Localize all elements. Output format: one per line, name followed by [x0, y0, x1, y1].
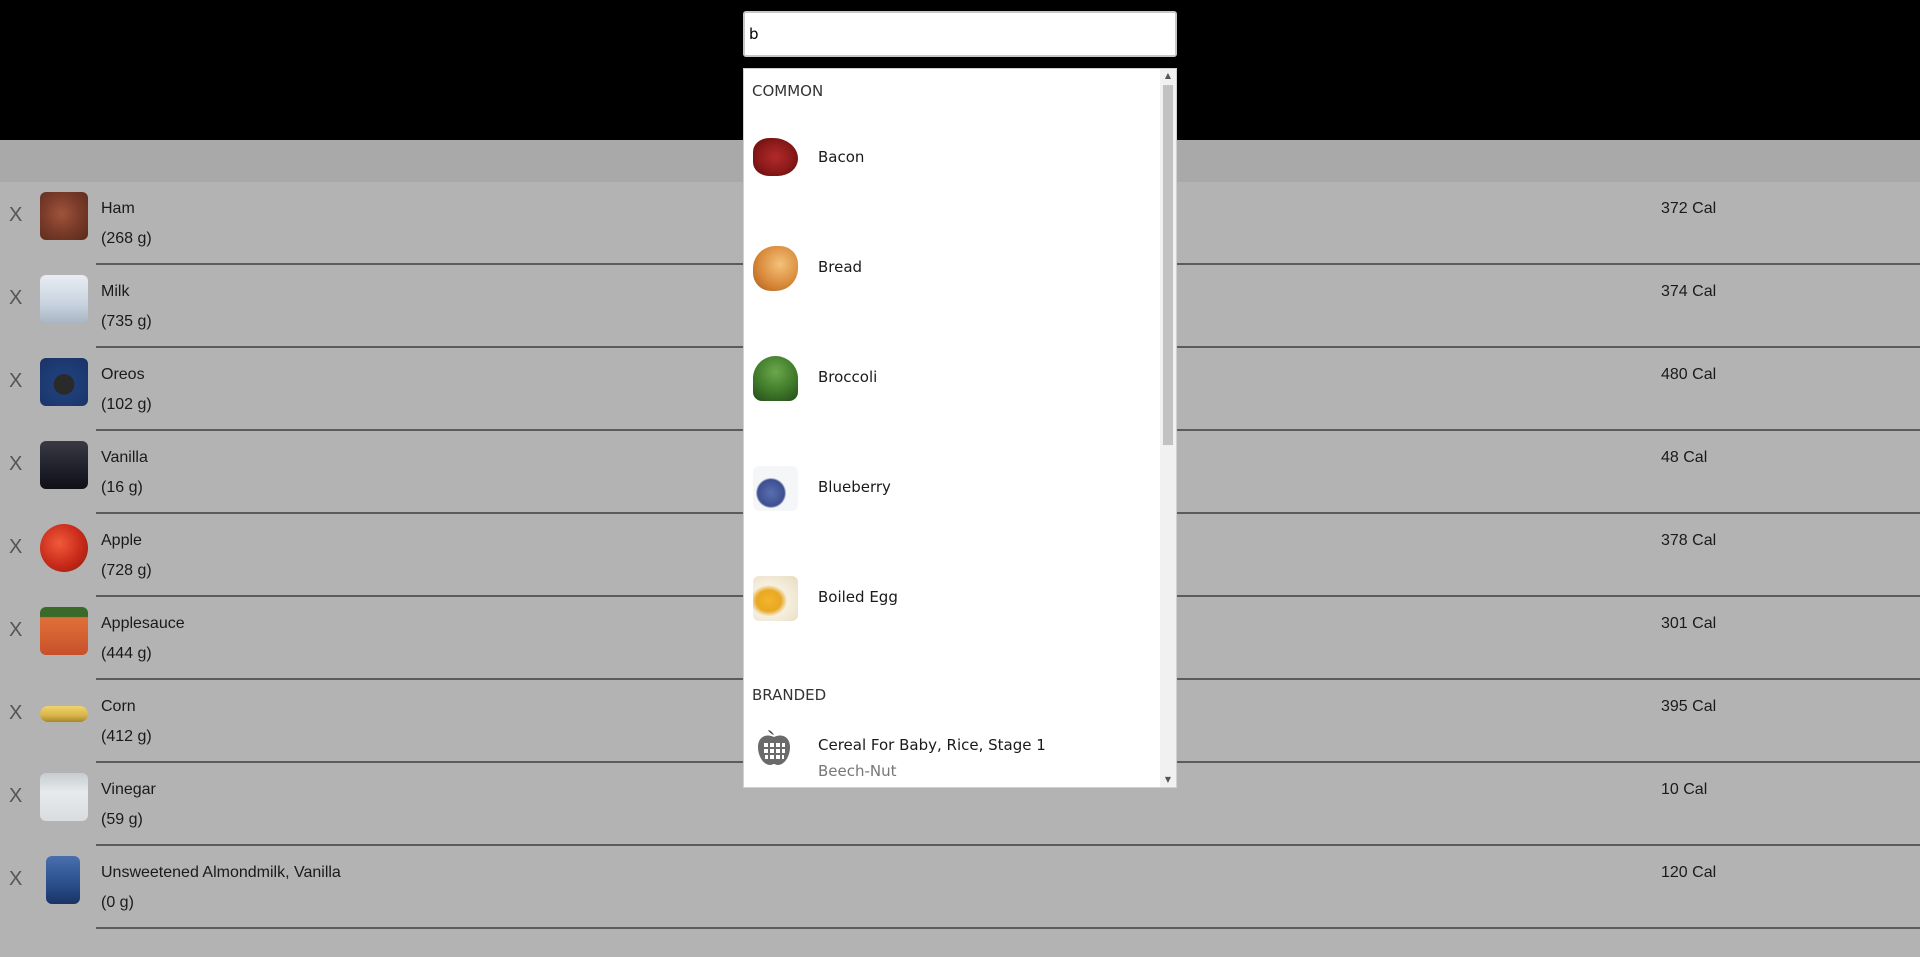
common-section-header: COMMON [752, 82, 824, 100]
branded-section-header: BRANDED [752, 686, 827, 704]
remove-button[interactable]: X [9, 785, 22, 808]
food-calories: 480 Cal [1661, 366, 1717, 383]
food-quantity: (728 g) [101, 562, 152, 579]
suggestion-bread[interactable]: Bread [744, 214, 1160, 324]
corn-image [40, 706, 88, 722]
dropdown-scrollbar[interactable]: ▲ ▼ [1160, 69, 1176, 787]
food-quantity: (444 g) [101, 645, 152, 662]
remove-button[interactable]: X [9, 619, 22, 642]
row-divider [96, 927, 1920, 929]
vanilla-image [40, 441, 88, 489]
remove-button[interactable]: X [9, 287, 22, 310]
food-calories: 372 Cal [1661, 200, 1717, 217]
food-name: Vanilla [101, 449, 148, 466]
suggestion-branded-cereal[interactable]: Cereal For Baby, Rice, Stage 1 Beech-Nut [744, 729, 1160, 787]
bread-image [753, 246, 798, 291]
search-input[interactable] [743, 11, 1177, 57]
suggestion-boiled-egg[interactable]: Boiled Egg [744, 544, 1160, 654]
remove-button[interactable]: X [9, 370, 22, 393]
food-row: X Unsweetened Almondmilk, Vanilla (0 g) … [0, 846, 1920, 929]
apple-grid-icon [758, 730, 790, 765]
food-quantity: (0 g) [101, 894, 134, 911]
food-calories: 120 Cal [1661, 864, 1717, 881]
suggestion-label: Cereal For Baby, Rice, Stage 1 [818, 736, 1046, 754]
suggestion-label: Bacon [818, 148, 865, 166]
remove-button[interactable]: X [9, 536, 22, 559]
suggestion-label: Bread [818, 258, 863, 276]
suggestion-broccoli[interactable]: Broccoli [744, 324, 1160, 434]
food-quantity: (102 g) [101, 396, 152, 413]
food-name: Vinegar [101, 781, 156, 798]
suggestion-label: Blueberry [818, 478, 891, 496]
food-quantity: (16 g) [101, 479, 143, 496]
food-quantity: (268 g) [101, 230, 152, 247]
food-calories: 48 Cal [1661, 449, 1708, 466]
applesauce-image [40, 607, 88, 655]
remove-button[interactable]: X [9, 702, 22, 725]
suggestion-label: Boiled Egg [818, 588, 898, 606]
remove-button[interactable]: X [9, 204, 22, 227]
broccoli-image [753, 356, 798, 401]
apple-image [40, 524, 88, 572]
blueberry-image [753, 466, 798, 511]
scroll-up-arrow-icon[interactable]: ▲ [1160, 69, 1176, 83]
almondmilk-image [46, 856, 80, 904]
food-calories: 10 Cal [1661, 781, 1708, 798]
suggestion-label: Broccoli [818, 368, 878, 386]
food-quantity: (412 g) [101, 728, 152, 745]
food-calories: 374 Cal [1661, 283, 1717, 300]
autocomplete-dropdown: COMMON Bacon Bread Broccoli Blueberry Bo… [743, 68, 1177, 788]
food-calories: 378 Cal [1661, 532, 1717, 549]
remove-button[interactable]: X [9, 453, 22, 476]
scrollbar-thumb[interactable] [1163, 85, 1173, 445]
food-name: Unsweetened Almondmilk, Vanilla [101, 864, 341, 881]
bacon-image [753, 138, 798, 176]
food-name: Oreos [101, 366, 145, 383]
scroll-down-arrow-icon[interactable]: ▼ [1160, 773, 1176, 787]
suggestion-bacon[interactable]: Bacon [744, 104, 1160, 214]
food-name: Applesauce [101, 615, 185, 632]
vinegar-image [40, 773, 88, 821]
food-calories: 301 Cal [1661, 615, 1717, 632]
food-quantity: (735 g) [101, 313, 152, 330]
boiled-egg-image [753, 576, 798, 621]
remove-button[interactable]: X [9, 868, 22, 891]
food-name: Ham [101, 200, 135, 217]
suggestion-blueberry[interactable]: Blueberry [744, 434, 1160, 544]
food-name: Corn [101, 698, 136, 715]
suggestion-brand: Beech-Nut [818, 762, 897, 780]
food-calories: 395 Cal [1661, 698, 1717, 715]
ham-image [40, 192, 88, 240]
food-name: Milk [101, 283, 130, 300]
food-quantity: (59 g) [101, 811, 143, 828]
food-name: Apple [101, 532, 142, 549]
oreos-image [40, 358, 88, 406]
milk-image [40, 275, 88, 323]
